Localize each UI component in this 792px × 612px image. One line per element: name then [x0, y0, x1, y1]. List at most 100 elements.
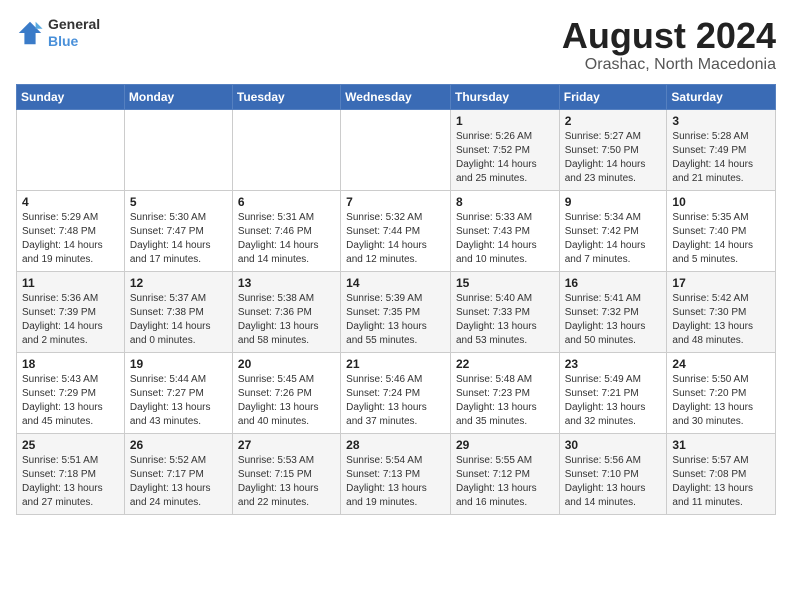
calendar-cell: 30Sunrise: 5:56 AM Sunset: 7:10 PM Dayli… [559, 433, 667, 514]
calendar-cell: 29 Sunrise: 5:55 AM Sunset: 7:12 PM Dayli… [450, 433, 559, 514]
calendar-cell: 2 Sunrise: 5:27 AM Sunset: 7:50 PM Daylig… [559, 109, 667, 190]
day-number: 1 [456, 114, 554, 128]
day-info: Sunrise: 5:46 AM Sunset: 7:24 PM Dayligh… [346, 373, 445, 429]
calendar-cell: 11 Sunrise: 5:36 AM Sunset: 7:39 PM Dayli… [17, 271, 125, 352]
day-number: 29 [456, 438, 554, 452]
day-info: Sunrise: 5:35 AM Sunset: 7:40 PM Dayligh… [672, 211, 770, 267]
day-info: Sunrise: 5:29 AM Sunset: 7:48 PM Dayligh… [22, 211, 119, 267]
day-number: 31 [672, 438, 770, 452]
logo-icon [16, 19, 44, 47]
calendar-header-row: SundayMondayTuesdayWednesdayThursdayFrid… [17, 84, 776, 109]
day-of-week-header: Monday [124, 84, 232, 109]
calendar-cell: 19Sunrise: 5:44 AM Sunset: 7:27 PM Dayli… [124, 352, 232, 433]
day-info: Sunrise: 5:33 AM Sunset: 7:43 PM Dayligh… [456, 211, 554, 267]
day-number: 14 [346, 276, 445, 290]
day-info: Sunrise: 5:56 AM Sunset: 7:10 PM Dayligh… [565, 454, 662, 510]
day-number: 22 [456, 357, 554, 371]
calendar-cell: 22 Sunrise: 5:48 AM Sunset: 7:23 PM Dayli… [450, 352, 559, 433]
day-info: Sunrise: 5:57 AM Sunset: 7:08 PM Dayligh… [672, 454, 770, 510]
calendar-cell: 17 Sunrise: 5:42 AM Sunset: 7:30 PM Dayli… [667, 271, 776, 352]
day-info: Sunrise: 5:28 AM Sunset: 7:49 PM Dayligh… [672, 130, 770, 186]
day-number: 28 [346, 438, 445, 452]
day-info: Sunrise: 5:37 AM Sunset: 7:38 PM Dayligh… [130, 292, 227, 348]
day-of-week-header: Tuesday [232, 84, 340, 109]
day-number: 23 [565, 357, 662, 371]
calendar-cell: 14Sunrise: 5:39 AM Sunset: 7:35 PM Dayli… [341, 271, 451, 352]
calendar-cell: 1 Sunrise: 5:26 AM Sunset: 7:52 PM Daylig… [450, 109, 559, 190]
calendar-cell [17, 109, 125, 190]
day-number: 5 [130, 195, 227, 209]
calendar-cell: 24 Sunrise: 5:50 AM Sunset: 7:20 PM Dayli… [667, 352, 776, 433]
day-number: 24 [672, 357, 770, 371]
day-info: Sunrise: 5:34 AM Sunset: 7:42 PM Dayligh… [565, 211, 662, 267]
calendar-cell: 27 Sunrise: 5:53 AM Sunset: 7:15 PM Dayli… [232, 433, 340, 514]
day-number: 26 [130, 438, 227, 452]
day-of-week-header: Wednesday [341, 84, 451, 109]
day-number: 11 [22, 276, 119, 290]
calendar-cell: 28 Sunrise: 5:54 AM Sunset: 7:13 PM Dayli… [341, 433, 451, 514]
calendar-cell: 3 Sunrise: 5:28 AM Sunset: 7:49 PM Daylig… [667, 109, 776, 190]
day-info: Sunrise: 5:38 AM Sunset: 7:36 PM Dayligh… [238, 292, 335, 348]
calendar-cell: 4 Sunrise: 5:29 AM Sunset: 7:48 PM Daylig… [17, 190, 125, 271]
day-number: 27 [238, 438, 335, 452]
calendar-cell: 31 Sunrise: 5:57 AM Sunset: 7:08 PM Dayli… [667, 433, 776, 514]
calendar-cell: 26 Sunrise: 5:52 AM Sunset: 7:17 PM Dayli… [124, 433, 232, 514]
month-year-title: August 2024 [562, 16, 776, 56]
calendar-week-row: 1 Sunrise: 5:26 AM Sunset: 7:52 PM Daylig… [17, 109, 776, 190]
logo-general: General [48, 16, 100, 33]
day-number: 4 [22, 195, 119, 209]
calendar-cell: 23 Sunrise: 5:49 AM Sunset: 7:21 PM Dayli… [559, 352, 667, 433]
day-number: 15 [456, 276, 554, 290]
day-info: Sunrise: 5:51 AM Sunset: 7:18 PM Dayligh… [22, 454, 119, 510]
day-info: Sunrise: 5:41 AM Sunset: 7:32 PM Dayligh… [565, 292, 662, 348]
day-number: 3 [672, 114, 770, 128]
day-info: Sunrise: 5:50 AM Sunset: 7:20 PM Dayligh… [672, 373, 770, 429]
calendar-cell: 25 Sunrise: 5:51 AM Sunset: 7:18 PM Dayli… [17, 433, 125, 514]
title-block: August 2024 Orashac, North Macedonia [562, 16, 776, 74]
day-info: Sunrise: 5:48 AM Sunset: 7:23 PM Dayligh… [456, 373, 554, 429]
calendar-cell: 16 Sunrise: 5:41 AM Sunset: 7:32 PM Dayli… [559, 271, 667, 352]
day-info: Sunrise: 5:52 AM Sunset: 7:17 PM Dayligh… [130, 454, 227, 510]
calendar-week-row: 11 Sunrise: 5:36 AM Sunset: 7:39 PM Dayli… [17, 271, 776, 352]
logo: General Blue [16, 16, 100, 50]
calendar-week-row: 25 Sunrise: 5:51 AM Sunset: 7:18 PM Dayli… [17, 433, 776, 514]
calendar-cell: 13 Sunrise: 5:38 AM Sunset: 7:36 PM Dayli… [232, 271, 340, 352]
calendar-cell [232, 109, 340, 190]
calendar-cell [341, 109, 451, 190]
day-number: 2 [565, 114, 662, 128]
day-info: Sunrise: 5:45 AM Sunset: 7:26 PM Dayligh… [238, 373, 335, 429]
calendar-cell: 21 Sunrise: 5:46 AM Sunset: 7:24 PM Dayli… [341, 352, 451, 433]
calendar-week-row: 4 Sunrise: 5:29 AM Sunset: 7:48 PM Daylig… [17, 190, 776, 271]
day-number: 16 [565, 276, 662, 290]
day-number: 7 [346, 195, 445, 209]
logo-text: General Blue [48, 16, 100, 50]
day-number: 12 [130, 276, 227, 290]
calendar-cell [124, 109, 232, 190]
calendar-week-row: 18Sunrise: 5:43 AM Sunset: 7:29 PM Dayli… [17, 352, 776, 433]
calendar-cell: 5Sunrise: 5:30 AM Sunset: 7:47 PM Daylig… [124, 190, 232, 271]
day-info: Sunrise: 5:40 AM Sunset: 7:33 PM Dayligh… [456, 292, 554, 348]
day-info: Sunrise: 5:36 AM Sunset: 7:39 PM Dayligh… [22, 292, 119, 348]
day-info: Sunrise: 5:26 AM Sunset: 7:52 PM Dayligh… [456, 130, 554, 186]
day-number: 17 [672, 276, 770, 290]
day-of-week-header: Thursday [450, 84, 559, 109]
day-number: 13 [238, 276, 335, 290]
day-info: Sunrise: 5:54 AM Sunset: 7:13 PM Dayligh… [346, 454, 445, 510]
day-number: 25 [22, 438, 119, 452]
day-number: 6 [238, 195, 335, 209]
day-number: 10 [672, 195, 770, 209]
day-of-week-header: Saturday [667, 84, 776, 109]
day-info: Sunrise: 5:44 AM Sunset: 7:27 PM Dayligh… [130, 373, 227, 429]
day-info: Sunrise: 5:55 AM Sunset: 7:12 PM Dayligh… [456, 454, 554, 510]
calendar-table: SundayMondayTuesdayWednesdayThursdayFrid… [16, 84, 776, 515]
day-info: Sunrise: 5:53 AM Sunset: 7:15 PM Dayligh… [238, 454, 335, 510]
calendar-cell: 9Sunrise: 5:34 AM Sunset: 7:42 PM Daylig… [559, 190, 667, 271]
day-info: Sunrise: 5:49 AM Sunset: 7:21 PM Dayligh… [565, 373, 662, 429]
day-info: Sunrise: 5:42 AM Sunset: 7:30 PM Dayligh… [672, 292, 770, 348]
day-info: Sunrise: 5:31 AM Sunset: 7:46 PM Dayligh… [238, 211, 335, 267]
calendar-cell: 7Sunrise: 5:32 AM Sunset: 7:44 PM Daylig… [341, 190, 451, 271]
day-number: 21 [346, 357, 445, 371]
calendar-cell: 12 Sunrise: 5:37 AM Sunset: 7:38 PM Dayli… [124, 271, 232, 352]
calendar-cell: 10 Sunrise: 5:35 AM Sunset: 7:40 PM Dayli… [667, 190, 776, 271]
day-info: Sunrise: 5:27 AM Sunset: 7:50 PM Dayligh… [565, 130, 662, 186]
